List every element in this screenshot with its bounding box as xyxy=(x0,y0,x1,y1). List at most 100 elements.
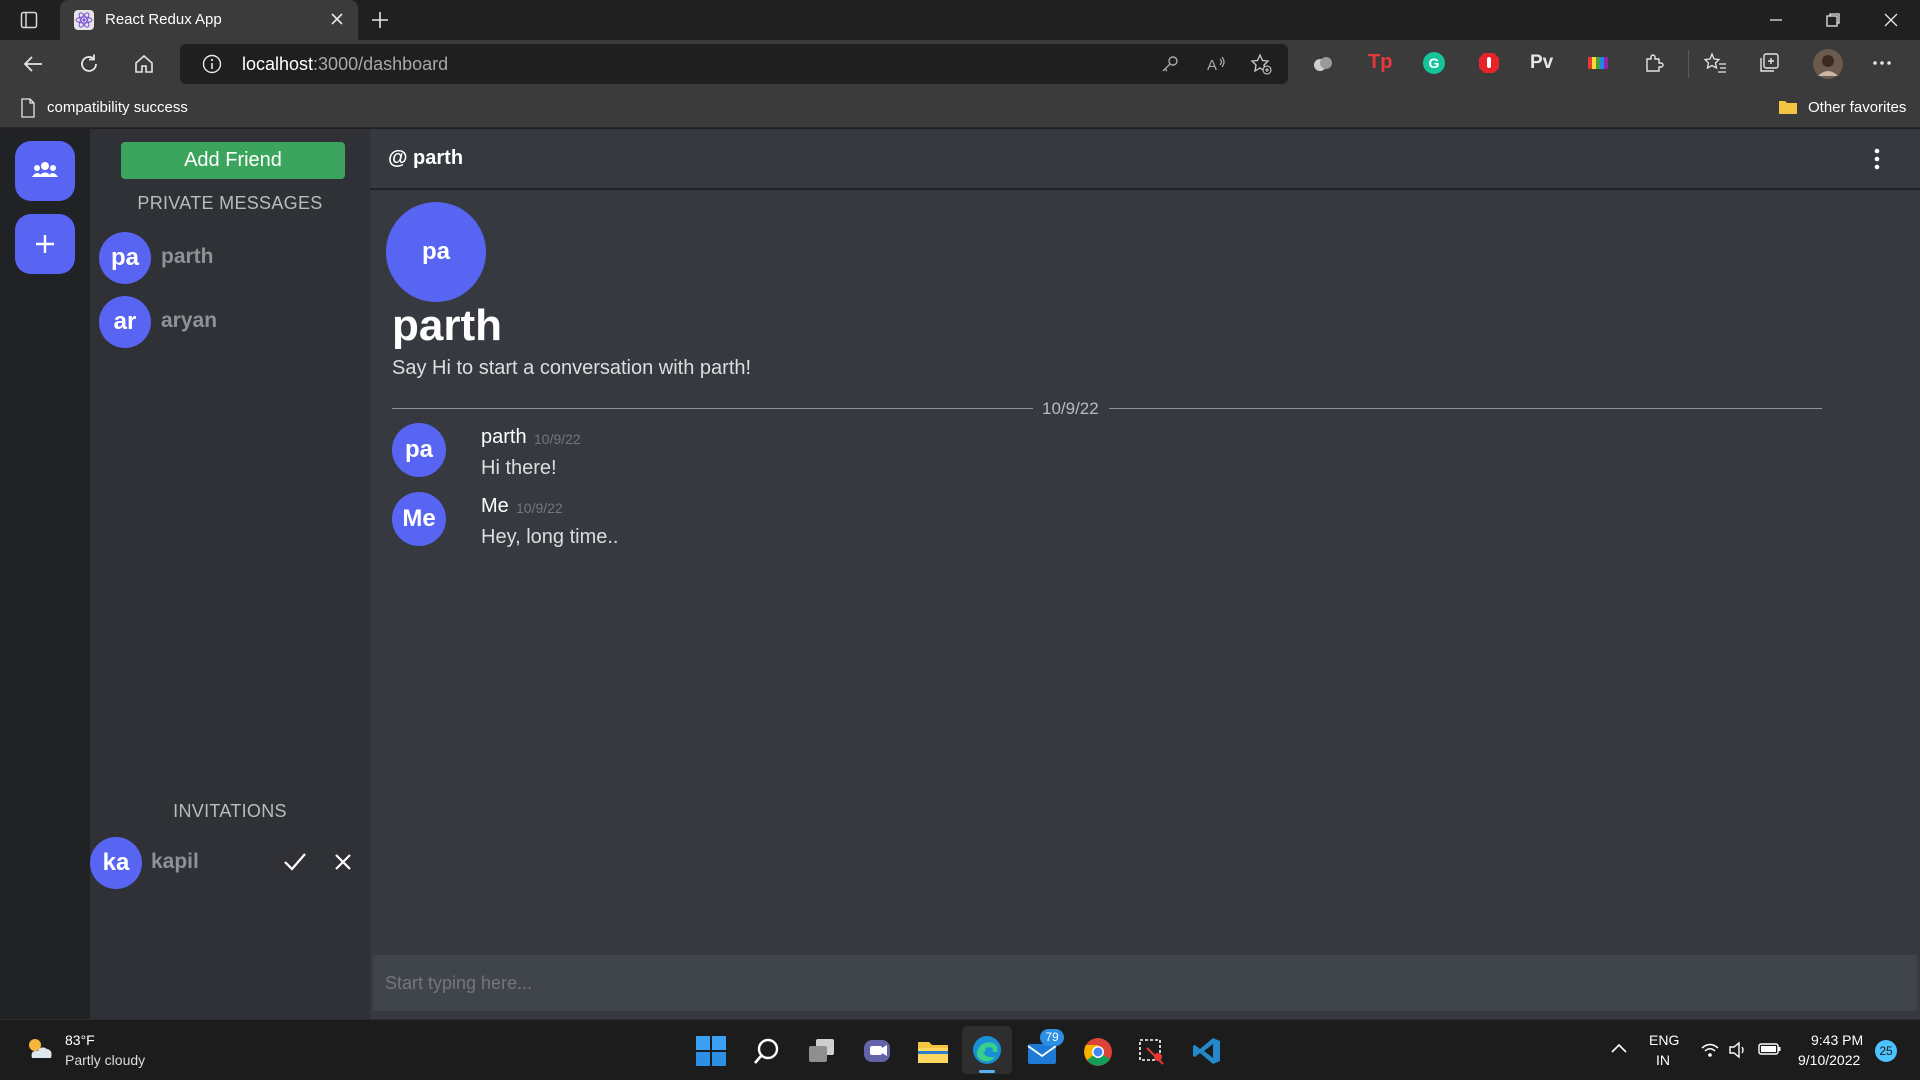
extension-pv-icon[interactable]: Pv xyxy=(1530,52,1553,74)
friend-name: parth xyxy=(161,245,214,268)
invitations-heading: INVITATIONS xyxy=(173,801,287,821)
recipient-avatar: pa xyxy=(386,202,486,302)
color-picker-icon[interactable] xyxy=(1588,55,1608,71)
url-path: :3000/dashboard xyxy=(313,54,449,74)
key-icon[interactable] xyxy=(1160,54,1180,74)
reject-invitation-button[interactable] xyxy=(334,853,352,871)
chat-header: @ parth xyxy=(370,129,1920,190)
search-icon[interactable] xyxy=(753,1037,781,1065)
message-date: 10/9/22 xyxy=(534,431,581,447)
svg-text:A: A xyxy=(1207,57,1217,74)
friends-rail-button[interactable] xyxy=(15,141,75,201)
vscode-icon[interactable] xyxy=(1192,1036,1222,1066)
battery-icon[interactable] xyxy=(1758,1041,1782,1057)
site-info-icon[interactable] xyxy=(202,54,222,74)
wifi-icon[interactable] xyxy=(1700,1042,1720,1058)
clock-date: 9/10/2022 xyxy=(1798,1052,1861,1068)
friend-avatar: ar xyxy=(99,296,151,348)
message-input-bar xyxy=(373,955,1917,1011)
task-view-icon[interactable] xyxy=(808,1038,836,1064)
input-language[interactable]: ENG xyxy=(1649,1032,1679,1048)
page-icon xyxy=(20,98,36,118)
close-icon xyxy=(335,854,351,870)
notification-badge[interactable]: 25 xyxy=(1875,1040,1897,1062)
browser-toolbar: localhost:3000/dashboard A Tp G Pv xyxy=(0,40,1920,88)
message-avatar: Me xyxy=(392,492,446,546)
profile-avatar-icon[interactable] xyxy=(1812,48,1844,80)
other-favorites-link[interactable]: Other favorites xyxy=(1808,99,1906,116)
date-divider-line-left xyxy=(392,408,1033,409)
clock-time[interactable]: 9:43 PM xyxy=(1811,1032,1863,1048)
active-app-indicator xyxy=(979,1070,995,1073)
extension-tp-icon[interactable]: Tp xyxy=(1368,51,1392,74)
browser-tab-bar: React Redux App xyxy=(0,0,1920,40)
back-icon[interactable] xyxy=(22,53,44,75)
message-input[interactable] xyxy=(373,955,1917,1011)
group-icon xyxy=(32,162,58,177)
more-menu-icon[interactable] xyxy=(1872,60,1892,66)
folder-icon xyxy=(1778,98,1798,116)
file-explorer-icon[interactable] xyxy=(917,1038,949,1064)
date-divider-line-right xyxy=(1109,408,1822,409)
chat-title: @ parth xyxy=(388,147,464,169)
edge-taskbar-button[interactable] xyxy=(962,1026,1012,1074)
snipping-tool-icon[interactable] xyxy=(1137,1036,1167,1066)
adblock-icon[interactable] xyxy=(1477,51,1501,75)
favorite-item-compatibility[interactable]: compatibility success xyxy=(47,99,188,116)
friend-avatar: pa xyxy=(99,232,151,284)
weather-icon[interactable] xyxy=(24,1034,54,1062)
weather-temperature: 83°F xyxy=(65,1032,95,1048)
chrome-icon[interactable] xyxy=(1083,1037,1113,1067)
refresh-icon[interactable] xyxy=(78,53,100,75)
message-text: Hi there! xyxy=(481,457,557,479)
message-author: parth xyxy=(481,426,527,448)
message-avatar: pa xyxy=(392,423,446,477)
svg-text:G: G xyxy=(1429,55,1440,71)
invitation-avatar: ka xyxy=(90,837,142,889)
input-region: IN xyxy=(1656,1052,1670,1068)
app-root: Add Friend PRIVATE MESSAGES pa parth ar … xyxy=(0,129,1920,1019)
plus-icon xyxy=(36,235,54,253)
friend-name: aryan xyxy=(161,309,218,332)
url-host: localhost xyxy=(242,54,314,74)
add-friend-button[interactable]: Add Friend xyxy=(121,142,345,179)
chat-options-button[interactable] xyxy=(1873,148,1881,170)
add-server-button[interactable] xyxy=(15,214,75,274)
close-window-icon[interactable] xyxy=(1883,12,1899,28)
extension-cloud-icon[interactable] xyxy=(1311,52,1335,76)
close-tab-icon[interactable] xyxy=(330,12,344,26)
start-icon[interactable] xyxy=(696,1036,726,1066)
chat-panel: @ parth pa parth Say Hi to start a conve… xyxy=(370,129,1920,1019)
home-icon[interactable] xyxy=(133,53,155,75)
minimize-icon[interactable] xyxy=(1768,12,1784,28)
tab-title: React Redux App xyxy=(105,11,222,28)
browser-tab-active[interactable]: React Redux App xyxy=(60,0,358,40)
restore-icon[interactable] xyxy=(1825,12,1841,28)
recipient-name: parth xyxy=(392,301,502,350)
server-rail xyxy=(0,129,90,1019)
accept-invitation-button[interactable] xyxy=(283,851,307,873)
favorites-icon[interactable] xyxy=(1703,52,1727,74)
react-favicon-icon xyxy=(74,10,94,30)
favorites-bar: compatibility success Other favorites xyxy=(0,88,1920,128)
mail-unread-badge: 79 xyxy=(1040,1029,1064,1046)
new-tab-icon[interactable] xyxy=(370,10,390,30)
grammarly-icon[interactable]: G xyxy=(1422,51,1446,75)
read-aloud-icon[interactable]: A xyxy=(1205,53,1227,75)
address-bar[interactable]: localhost:3000/dashboard A xyxy=(180,44,1288,84)
extensions-icon[interactable] xyxy=(1643,52,1665,74)
volume-icon[interactable] xyxy=(1728,1041,1748,1059)
collections-icon[interactable] xyxy=(1758,52,1780,74)
friends-sidebar: Add Friend PRIVATE MESSAGES pa parth ar … xyxy=(90,129,370,1019)
edge-icon xyxy=(973,1036,1001,1064)
date-divider-label: 10/9/22 xyxy=(1042,399,1099,418)
conversation-intro: Say Hi to start a conversation with part… xyxy=(392,357,752,379)
show-hidden-icons[interactable] xyxy=(1610,1042,1628,1054)
vertical-dots-icon xyxy=(1874,148,1880,170)
tab-actions-icon[interactable] xyxy=(20,11,38,29)
teams-chat-icon[interactable] xyxy=(862,1038,892,1066)
private-messages-heading: PRIVATE MESSAGES xyxy=(137,193,323,213)
add-favorite-icon[interactable] xyxy=(1250,53,1272,75)
windows-taskbar: 83°F Partly cloudy 79 ENG IN 9:43 PM 9/1… xyxy=(0,1019,1920,1080)
check-icon xyxy=(284,853,306,871)
